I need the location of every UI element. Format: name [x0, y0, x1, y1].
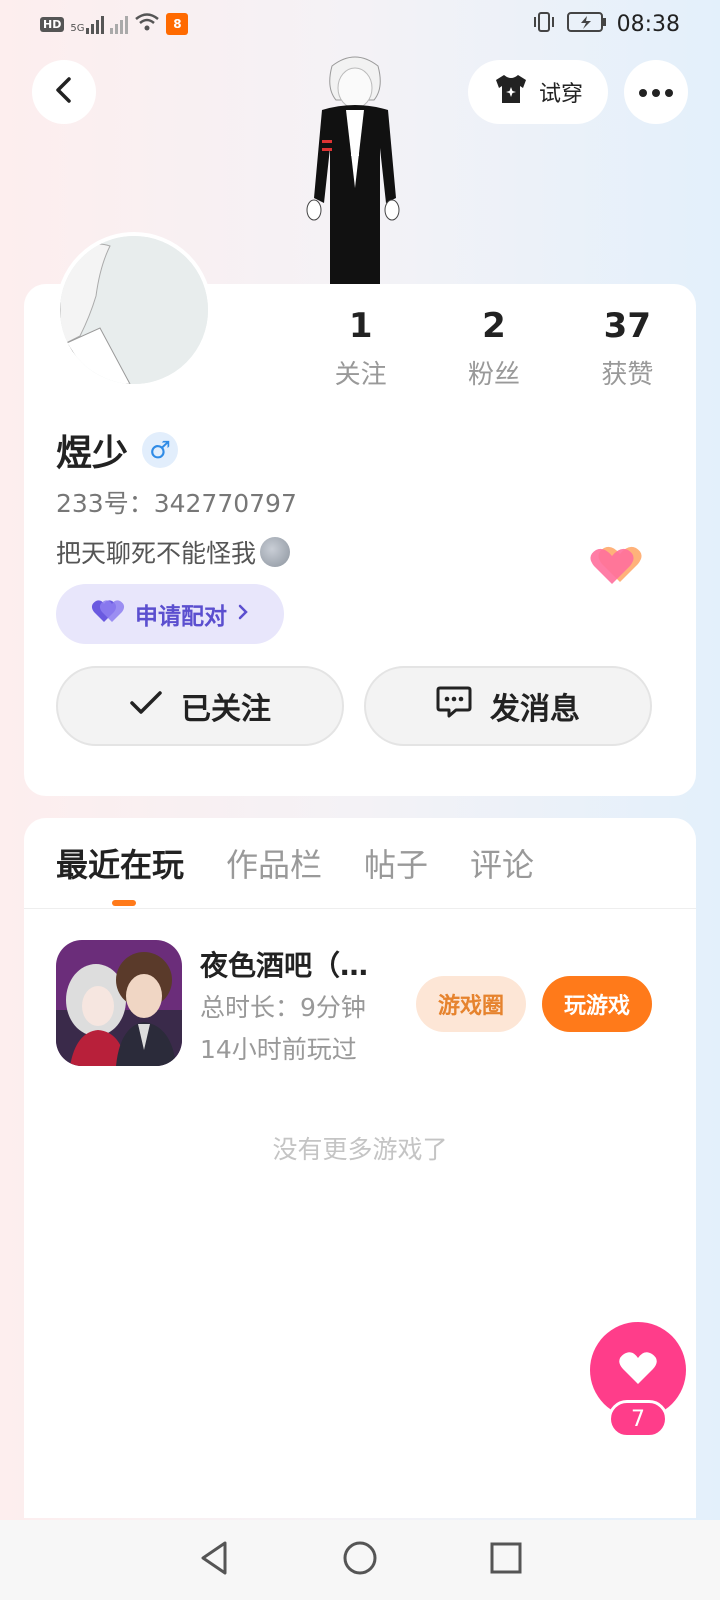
signal-2-icon [110, 14, 129, 34]
checkmark-icon [129, 689, 163, 724]
stat-likes[interactable]: 37 获赞 [561, 304, 694, 391]
male-gender-icon: ♂ [142, 432, 179, 468]
chat-bubble-icon [436, 685, 472, 727]
try-on-button[interactable]: 试穿 [468, 60, 608, 124]
followers-count: 2 [482, 306, 506, 346]
game-circle-button[interactable]: 游戏圈 [416, 976, 526, 1032]
chevron-right-icon [237, 601, 249, 627]
active-tab-indicator [112, 900, 136, 906]
double-heart-icon [588, 542, 644, 590]
followed-label: 已关注 [181, 692, 271, 727]
user-id: 233号：342770797 [56, 489, 297, 518]
heart-icon [618, 1350, 658, 1390]
nav-home-icon[interactable] [341, 1539, 379, 1581]
like-count-badge: 7 [608, 1400, 668, 1438]
username-row: 煜少 ♂ [56, 424, 179, 476]
shirt-icon [493, 73, 529, 111]
bio-text: 把天聊死不能怪我 [56, 539, 257, 568]
tab-posts[interactable]: 帖子 [364, 840, 428, 886]
profile-card: 1 关注 2 粉丝 37 获赞 煜少 ♂ 233号：342770797 把天聊死… [24, 232, 696, 796]
send-message-button[interactable]: 发消息 [364, 666, 652, 746]
request-pair-label: 申请配对 [135, 604, 227, 630]
following-count: 1 [348, 306, 373, 346]
game-icon[interactable] [56, 940, 182, 1066]
more-button[interactable] [624, 60, 688, 124]
tab-works[interactable]: 作品栏 [226, 840, 322, 886]
tab-comments[interactable]: 评论 [470, 840, 534, 886]
avatar[interactable] [56, 232, 212, 388]
empty-list-hint: 没有更多游戏了 [272, 1135, 448, 1164]
signal-icon: 5G [70, 14, 105, 34]
nav-back-icon[interactable] [197, 1539, 231, 1581]
send-message-label: 发消息 [490, 692, 580, 727]
game-last-played: 14小时前玩过 [200, 1035, 357, 1064]
followed-button[interactable]: 已关注 [56, 666, 344, 746]
wifi-icon [134, 12, 160, 37]
tabs-divider [24, 908, 696, 909]
vibrate-icon [531, 11, 557, 38]
stat-following[interactable]: 1 关注 [294, 304, 427, 391]
tab-recently-played[interactable]: 最近在玩 [56, 840, 184, 886]
game-title[interactable]: 夜色酒吧（… [200, 944, 368, 984]
stats-row: 1 关注 2 粉丝 37 获赞 [294, 304, 694, 391]
followers-label: 粉丝 [467, 360, 520, 390]
stat-followers[interactable]: 2 粉丝 [427, 304, 560, 391]
nav-recents-icon[interactable] [489, 1541, 523, 1579]
bio: 把天聊死不能怪我 [56, 534, 291, 570]
likes-count: 37 [603, 306, 651, 346]
back-button[interactable] [32, 60, 96, 124]
clock: 08:38 [616, 11, 680, 37]
chevron-left-icon [52, 75, 76, 109]
system-nav-bar [0, 1520, 720, 1600]
hd-badge: HD [40, 16, 65, 32]
following-label: 关注 [334, 360, 387, 390]
app-notification-icon: 8 [166, 13, 189, 35]
status-bar: HD 5G 8 08:38 [0, 0, 720, 48]
play-game-button[interactable]: 玩游戏 [542, 976, 652, 1032]
more-dots-icon [638, 83, 674, 102]
game-duration: 总时长：9分钟 [200, 993, 366, 1022]
request-pair-button[interactable]: 申请配对 [56, 584, 284, 644]
battery-icon [566, 11, 607, 38]
avatar-character-figure [300, 48, 410, 284]
tab-bar: 最近在玩 作品栏 帖子 评论 [56, 840, 534, 886]
try-on-label: 试穿 [538, 82, 583, 107]
username: 煜少 [56, 433, 129, 474]
likes-label: 获赞 [601, 360, 654, 390]
moon-face-emoji-icon [260, 537, 291, 567]
content-card: 最近在玩 作品栏 帖子 评论 夜色酒吧（… 总时长：9分钟 14小时前玩过 游戏… [24, 818, 696, 1518]
purple-heart-icon [91, 598, 125, 630]
